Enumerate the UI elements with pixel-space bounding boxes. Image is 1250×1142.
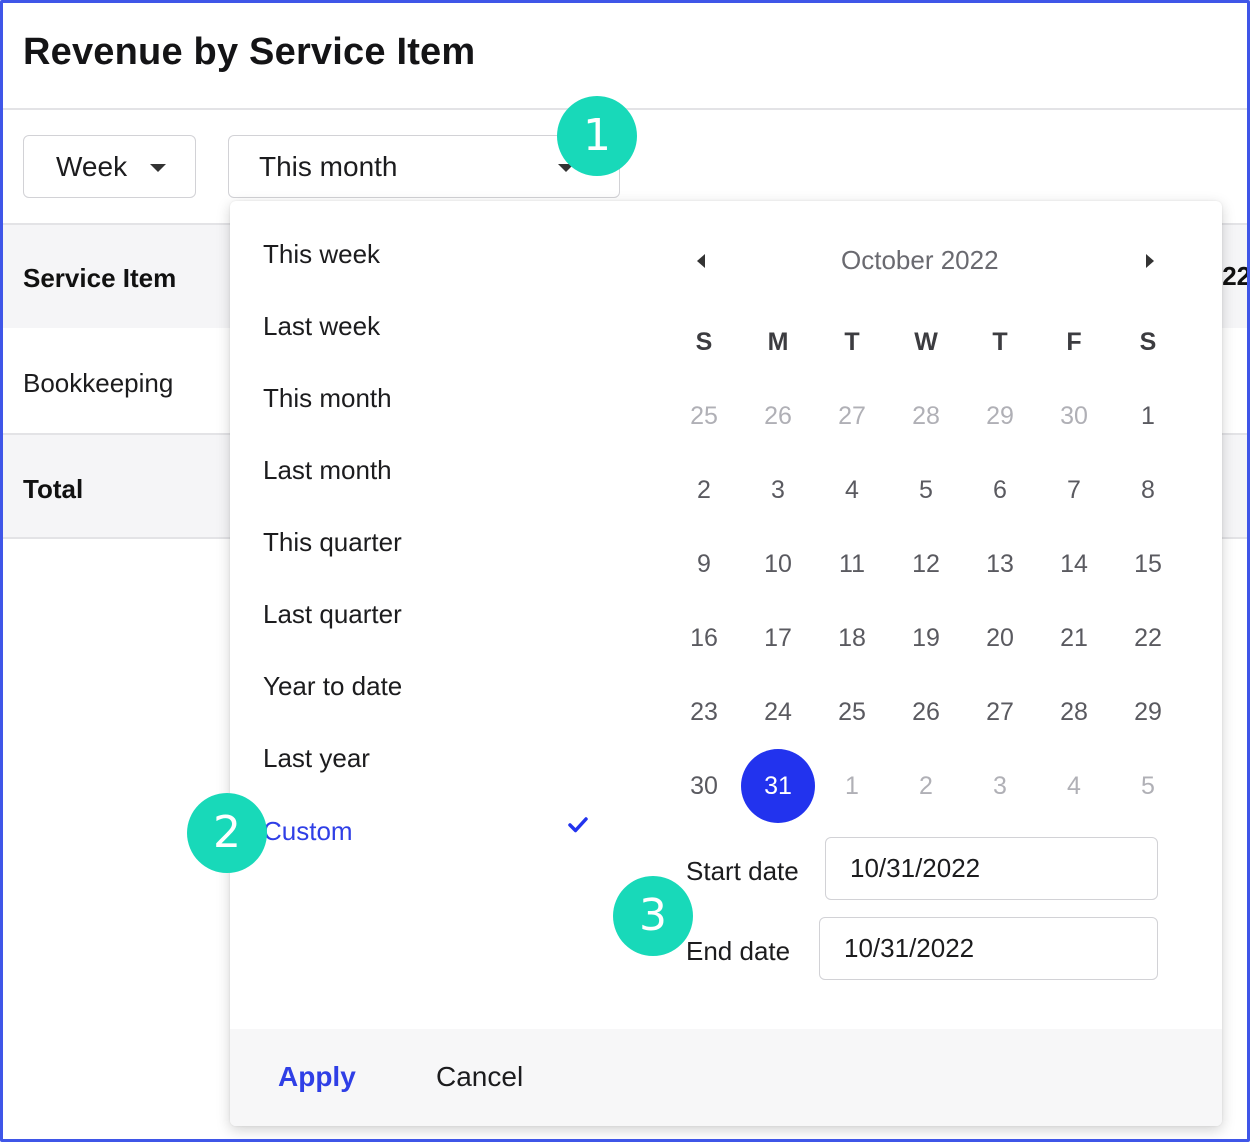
preset-this-month[interactable]: This month [263,383,392,414]
calendar-day[interactable]: 11 [822,534,882,594]
calendar-day[interactable]: 8 [1118,460,1178,520]
calendar-month-title: October 2022 [841,245,999,275]
weekday-label: S [695,328,713,356]
period-dropdown[interactable]: Week [23,135,196,198]
calendar-day[interactable]: 1 [1118,386,1178,446]
calendar-day-outside-month[interactable]: 3 [970,756,1030,816]
preset-this-week[interactable]: This week [263,239,380,270]
screenshot-frame: Revenue by Service Item Week This month … [0,0,1250,1142]
calendar-day[interactable]: 23 [674,682,734,742]
callout-badge-1: 1 [557,96,637,176]
calendar-day[interactable]: 22 [1118,608,1178,668]
weekday-label: F [1066,328,1082,356]
prev-month-icon[interactable] [697,254,705,268]
calendar-day-outside-month[interactable]: 5 [1118,756,1178,816]
weekday-label: S [1139,328,1157,356]
calendar-day[interactable]: 16 [674,608,734,668]
start-date-label: Start date [686,856,799,886]
callout-badge-3: 3 [613,876,693,956]
chevron-down-icon [150,164,166,172]
weekday-label: T [992,328,1008,356]
calendar-day-outside-month[interactable]: 29 [970,386,1030,446]
calendar-day[interactable]: 20 [970,608,1030,668]
calendar-day-selected[interactable]: 31 [741,749,815,823]
date-range-popover: This week Last week This month Last mont… [230,201,1222,1126]
calendar-day[interactable]: 15 [1118,534,1178,594]
calendar-day[interactable]: 24 [748,682,808,742]
row-label-total: Total [23,474,84,504]
end-date-input[interactable] [819,917,1158,980]
calendar-day-outside-month[interactable]: 28 [896,386,956,446]
weekday-label: W [914,328,938,356]
page-title: Revenue by Service Item [23,31,476,73]
calendar-day[interactable]: 29 [1118,682,1178,742]
calendar-day[interactable]: 19 [896,608,956,668]
end-date-label: End date [686,936,791,966]
calendar-day[interactable]: 17 [748,608,808,668]
calendar-day[interactable]: 12 [896,534,956,594]
preset-year-to-date[interactable]: Year to date [263,671,402,702]
calendar-day[interactable]: 30 [674,756,734,816]
period-dropdown-value: Week [56,151,128,182]
apply-button[interactable]: Apply [278,1061,356,1093]
calendar-day-outside-month[interactable]: 2 [896,756,956,816]
calendar-day-outside-month[interactable]: 1 [822,756,882,816]
check-icon [568,817,588,833]
preset-this-quarter[interactable]: This quarter [263,527,402,558]
calendar-day-outside-month[interactable]: 4 [1044,756,1104,816]
column-header-service-item: Service Item [23,263,177,293]
cancel-button[interactable]: Cancel [436,1061,523,1093]
popover-footer: Apply Cancel [230,1029,1222,1126]
preset-last-year[interactable]: Last year [263,743,370,774]
calendar-day-outside-month[interactable]: 25 [674,386,734,446]
calendar-day[interactable]: 27 [970,682,1030,742]
preset-last-week[interactable]: Last week [263,311,380,342]
next-month-icon[interactable] [1146,254,1154,268]
start-date-input[interactable] [825,837,1158,900]
calendar-day-outside-month[interactable]: 26 [748,386,808,446]
calendar-day[interactable]: 7 [1044,460,1104,520]
calendar-day[interactable]: 28 [1044,682,1104,742]
calendar-day[interactable]: 25 [822,682,882,742]
weekday-label: T [844,328,860,356]
calendar-day[interactable]: 2 [674,460,734,520]
preset-last-quarter[interactable]: Last quarter [263,599,402,630]
calendar-day[interactable]: 18 [822,608,882,668]
calendar-day[interactable]: 13 [970,534,1030,594]
calendar-day[interactable]: 14 [1044,534,1104,594]
calendar-day[interactable]: 4 [822,460,882,520]
calendar-day-outside-month[interactable]: 27 [822,386,882,446]
calendar-day[interactable]: 21 [1044,608,1104,668]
row-label: Bookkeeping [23,368,174,398]
calendar-day-outside-month[interactable]: 30 [1044,386,1104,446]
calendar-day[interactable]: 6 [970,460,1030,520]
calendar-day[interactable]: 26 [896,682,956,742]
date-range-dropdown-value: This month [259,151,398,182]
calendar-day[interactable]: 5 [896,460,956,520]
calendar-day[interactable]: 3 [748,460,808,520]
calendar-day[interactable]: 9 [674,534,734,594]
preset-last-month[interactable]: Last month [263,455,392,486]
weekday-label: M [767,328,789,356]
callout-badge-2: 2 [187,793,267,873]
calendar-day[interactable]: 10 [748,534,808,594]
preset-custom[interactable]: Custom [263,816,353,847]
